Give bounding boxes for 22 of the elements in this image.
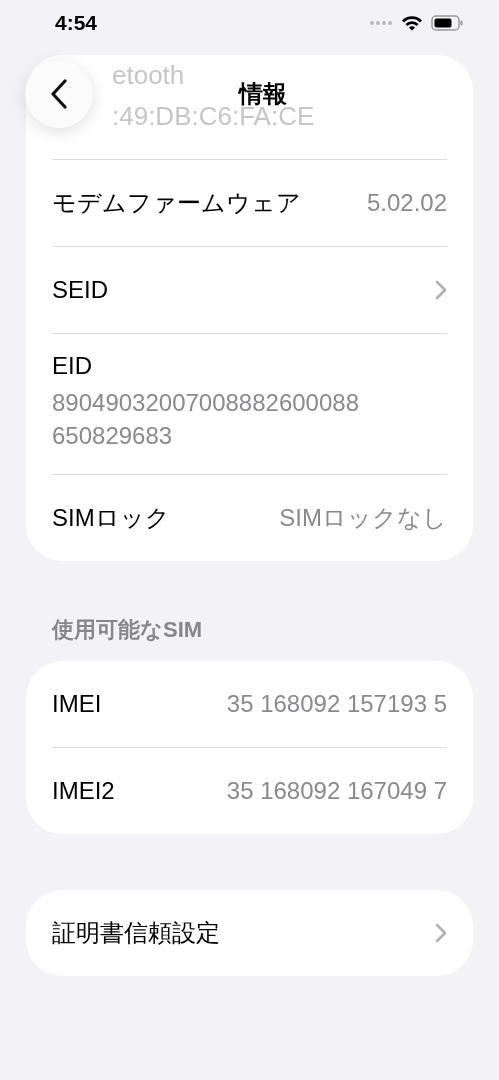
chevron-icon [435,923,447,943]
settings-row[interactable]: SEID [52,246,447,333]
row-label: モデムファームウェア [52,188,302,218]
row-value: 5.02.02 [366,189,447,217]
status-time: 4:54 [55,10,99,35]
row-label: EID [52,352,92,380]
faded-text: etooth [112,59,185,92]
row-label: IMEI [52,690,103,718]
wifi-icon [401,14,423,31]
row-value: 35 168092 167049 7 [226,777,447,805]
row-value: 35 168092 157193 5 [226,690,447,718]
signal-icon [369,19,393,26]
section-header: 使用可能なSIM [52,616,203,644]
row-value: SIMロックなし [279,503,447,533]
settings-row[interactable]: 証明書信頼設定 [52,890,447,976]
chevron-icon [435,280,447,300]
battery-icon [431,14,463,31]
row-value: 650829683 [52,421,173,451]
back-icon [50,79,68,109]
row-value: 89049032007008882600088 [52,388,359,418]
row-label: IMEI2 [52,777,116,805]
row-label: SIMロック [52,503,171,533]
